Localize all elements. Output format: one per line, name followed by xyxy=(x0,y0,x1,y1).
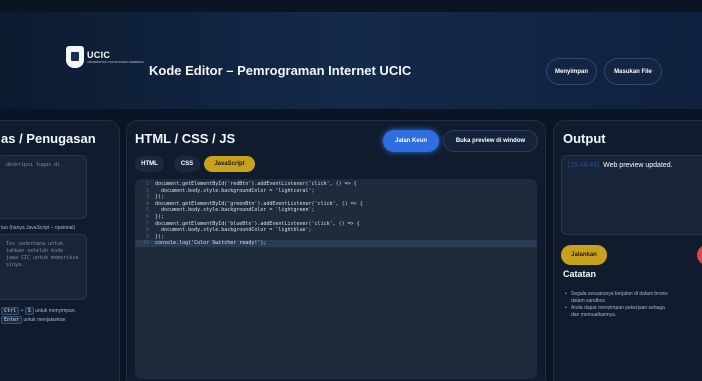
logo-subtitle: UNIVERSITAS CATUR INSAN CENDEKIA xyxy=(87,60,144,64)
code-text: }); xyxy=(155,213,165,220)
code-line-active: 10 console.log('Color Switcher ready!'); xyxy=(135,240,537,247)
code-line: 1 document.getElementById('redBtn').addEv… xyxy=(135,181,537,188)
notes-list: Segala sesuatunya berjalan di dalam brow… xyxy=(564,291,702,319)
execute-button[interactable]: Jalankan xyxy=(561,245,607,265)
ctrl-key: Ctrl xyxy=(1,307,20,315)
code-line: 4 document.getElementById('greenBtn').add… xyxy=(135,201,537,208)
description-placeholder: deskripsi tugas di xyxy=(6,162,61,168)
s-key: S xyxy=(24,307,34,315)
log-timestamp: [15:48:49] xyxy=(568,162,600,169)
open-preview-window-button[interactable]: Buka preview di window xyxy=(443,130,538,152)
output-panel: Output [15:48:49] Web preview updated. J… xyxy=(553,120,702,381)
save-hint-text: untuk menyimpan, xyxy=(35,308,77,314)
notes-title: Catatan xyxy=(563,269,597,279)
tab-html[interactable]: HTML xyxy=(135,156,164,172)
tab-javascript[interactable]: JavaScript xyxy=(204,156,255,172)
assignment-description-field[interactable]: deskripsi tugas di xyxy=(0,155,87,219)
output-console: [15:48:49] Web preview updated. xyxy=(561,155,702,235)
clear-button[interactable] xyxy=(697,245,702,265)
assignment-panel: as / Penugasan deskripsi tugas di tuo (h… xyxy=(0,120,120,381)
line-number: 2 xyxy=(145,187,149,194)
code-text: console.log('Color Switcher ready!'); xyxy=(155,240,267,247)
note-item: Segala sesuatunya berjalan di dalam brow… xyxy=(564,291,702,304)
line-number: 8 xyxy=(145,227,149,234)
run-code-button[interactable]: Jalan Keun xyxy=(383,130,439,152)
code-line: 6}); xyxy=(135,214,537,221)
line-number: 5 xyxy=(145,207,149,214)
line-number: 1 xyxy=(145,181,149,187)
ucic-logo: UCIC UNIVERSITAS CATUR INSAN CENDEKIA xyxy=(66,46,144,68)
line-number: 7 xyxy=(145,220,149,227)
editor-title: HTML / CSS / JS xyxy=(135,131,236,146)
assignment-title: as / Penugasan xyxy=(1,131,96,146)
code-text: document.body.style.backgroundColor = 'l… xyxy=(155,227,312,234)
tab-css[interactable]: CSS xyxy=(174,156,200,172)
output-title: Output xyxy=(563,131,606,146)
line-number: 4 xyxy=(145,200,149,207)
code-line: 2 document.body.style.backgroundColor = … xyxy=(135,188,537,195)
code-text: }); xyxy=(155,194,165,201)
line-number: 6 xyxy=(145,213,149,220)
code-line: 5 document.body.style.backgroundColor = … xyxy=(135,207,537,214)
code-editor[interactable]: 1 document.getElementById('redBtn').addEv… xyxy=(135,179,537,379)
code-text: document.getElementById('greenBtn').addE… xyxy=(155,200,363,207)
ucic-shield-icon xyxy=(66,46,84,68)
enter-key: Enter xyxy=(1,316,23,324)
code-text: document.getElementById('redBtn').addEve… xyxy=(155,181,357,187)
shortcut-hint: Ctrl + S untuk menyimpan, Enter untuk me… xyxy=(1,307,76,325)
save-button[interactable]: Menyimpan xyxy=(546,58,597,85)
line-number: 10 xyxy=(142,240,149,247)
js-test-field[interactable]: Tes sederhana untuk tahkan setelah kode … xyxy=(0,234,87,300)
line-number: 9 xyxy=(145,233,149,240)
note-item: Anda dapat menyimpan pekerjaan sebaga da… xyxy=(564,305,702,318)
code-text: document.body.style.backgroundColor = 'l… xyxy=(155,207,315,214)
plus-sign: + xyxy=(20,308,24,314)
code-line: 7 document.getElementById('blueBtn').addE… xyxy=(135,221,537,228)
load-file-button[interactable]: Masukan File xyxy=(604,58,662,85)
js-test-text: Tes sederhana untuk tahkan setelah kode … xyxy=(6,241,79,268)
code-line: 3}); xyxy=(135,194,537,201)
code-text: document.getElementById('blueBtn').addEv… xyxy=(155,220,360,227)
editor-panel: HTML / CSS / JS Jalan Keun Buka preview … xyxy=(126,120,546,381)
output-log-line: [15:48:49] Web preview updated. xyxy=(568,162,673,169)
code-text: document.body.style.backgroundColor = 'l… xyxy=(155,187,315,194)
app-title: Kode Editor – Pemrograman Internet UCIC xyxy=(149,63,412,78)
code-line: 9}); xyxy=(135,234,537,241)
code-line: 8 document.body.style.backgroundColor = … xyxy=(135,227,537,234)
top-header: UCIC UNIVERSITAS CATUR INSAN CENDEKIA Ko… xyxy=(0,12,702,109)
run-hint-text: untuk menjalankan xyxy=(23,317,66,323)
js-test-label: tuo (hanya JavaScript – opsional) xyxy=(1,225,76,231)
logo-title: UCIC xyxy=(87,50,111,60)
log-message: Web preview updated. xyxy=(603,162,673,169)
code-text: }); xyxy=(155,233,165,240)
line-number: 3 xyxy=(145,194,149,201)
